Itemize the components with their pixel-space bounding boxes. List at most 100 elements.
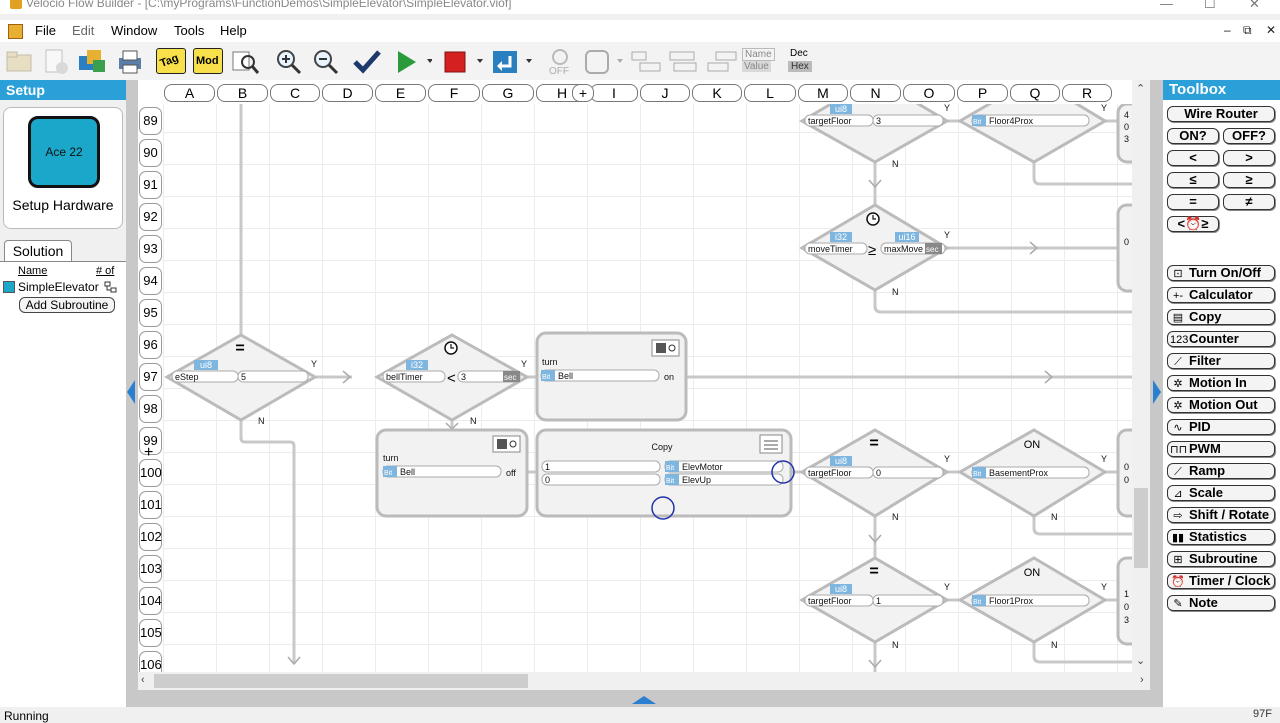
scroll-down-icon[interactable]: ⌄ xyxy=(1136,654,1145,667)
insert-row-icon[interactable]: + xyxy=(144,444,153,462)
tab-solution[interactable]: Solution xyxy=(4,240,72,262)
scroll-up-icon[interactable]: ⌃ xyxy=(1136,82,1145,95)
tool-calculator[interactable]: +- Calculator xyxy=(1167,287,1275,303)
column-header-m[interactable]: M xyxy=(798,84,848,102)
column-header-k[interactable]: K xyxy=(692,84,742,102)
decision-targetfloor-1[interactable]: = ui8 targetFloor 1 Y N xyxy=(798,556,950,650)
column-header-b[interactable]: B xyxy=(217,84,268,102)
step-back-icon[interactable] xyxy=(490,46,532,76)
stop-icon[interactable] xyxy=(440,46,483,76)
row-header-102[interactable]: 102 xyxy=(139,523,162,551)
column-header-p[interactable]: P xyxy=(957,84,1008,102)
add-subroutine-button[interactable]: Add Subroutine xyxy=(19,297,115,313)
row-header-103[interactable]: 103 xyxy=(139,555,162,583)
column-header-q[interactable]: Q xyxy=(1010,84,1060,102)
row-header-96[interactable]: 96 xyxy=(139,331,162,359)
greater-than-button[interactable]: > xyxy=(1223,150,1275,166)
row-header-94[interactable]: 94 xyxy=(139,267,162,295)
tool-motion-in[interactable]: ✲ Motion In xyxy=(1167,375,1275,391)
off-check-button[interactable]: OFF? xyxy=(1223,128,1275,144)
solution-item-main[interactable]: SimpleElevator xyxy=(3,280,118,294)
column-header-n[interactable]: N xyxy=(850,84,901,102)
decision-movetimer[interactable]: i32 ui16 moveTimer ≥ maxMove sec Y N xyxy=(799,203,950,297)
align-center-icon[interactable] xyxy=(666,46,697,76)
flowchart-svg[interactable]: = ui8 eStep 5 Y N i32 bellTimer < 3 sec … xyxy=(163,104,1132,672)
decision-floor1prox[interactable]: ON Bit Floor1Prox Y N xyxy=(956,556,1108,650)
horizontal-scroll-thumb[interactable] xyxy=(154,674,528,688)
zoom-in-icon[interactable] xyxy=(273,46,303,76)
equal-button[interactable]: = xyxy=(1167,194,1219,210)
tool-shift-rotate[interactable]: ⇨ Shift / Rotate xyxy=(1167,507,1275,523)
name-value-toggle[interactable]: Name Value xyxy=(741,47,775,75)
decision-belltimer[interactable]: i32 bellTimer < 3 sec Y N xyxy=(373,333,531,426)
mdi-minimize-button[interactable]: – xyxy=(1224,23,1231,37)
mdi-restore-button[interactable]: ⧉ xyxy=(1243,23,1252,38)
mdi-close-button[interactable]: ✕ xyxy=(1266,23,1276,37)
tool-turn-on-off[interactable]: ⊡ Turn On/Off xyxy=(1167,265,1275,281)
row-header-95[interactable]: 95 xyxy=(139,299,162,327)
menu-help[interactable]: Help xyxy=(220,23,247,38)
decision-basementprox[interactable]: ON Bit BasementProx Y N xyxy=(957,428,1108,522)
column-header-e[interactable]: E xyxy=(375,84,426,102)
row-header-90[interactable]: 90 xyxy=(139,139,162,167)
greater-equal-button[interactable]: ≥ xyxy=(1223,172,1275,188)
insert-column-icon[interactable]: + xyxy=(572,84,594,102)
maximize-button[interactable]: ☐ xyxy=(1204,0,1216,12)
column-header-a[interactable]: A xyxy=(164,84,215,102)
tool-counter[interactable]: 123Counter xyxy=(1167,331,1275,347)
row-header-101[interactable]: 101 xyxy=(139,491,162,519)
column-header-r[interactable]: R xyxy=(1062,84,1112,102)
tag-icon[interactable]: Tag xyxy=(156,48,186,74)
menu-file[interactable]: File xyxy=(35,23,56,38)
column-header-f[interactable]: F xyxy=(428,84,480,102)
tool-timer-clock[interactable]: ⏰ Timer / Clock xyxy=(1167,573,1275,589)
row-header-91[interactable]: 91 xyxy=(139,171,162,199)
new-file-icon[interactable] xyxy=(40,46,70,76)
collapse-right-icon[interactable] xyxy=(1151,378,1163,406)
timer-compare-button[interactable]: <⏰≥ xyxy=(1167,216,1219,232)
setup-hardware-button[interactable]: Ace 22 Setup Hardware xyxy=(3,107,123,229)
off-toggle-icon[interactable]: OFF xyxy=(545,46,575,77)
dec-hex-toggle[interactable]: Dec Hex xyxy=(786,47,816,75)
open-project-icon[interactable] xyxy=(77,46,107,76)
column-header-c[interactable]: C xyxy=(270,84,320,102)
menu-edit[interactable]: Edit xyxy=(72,23,94,38)
minimize-button[interactable]: — xyxy=(1160,0,1173,11)
column-header-o[interactable]: O xyxy=(903,84,955,102)
row-header-106[interactable]: 106 xyxy=(139,651,162,672)
inspect-icon[interactable] xyxy=(230,46,260,76)
row-header-104[interactable]: 104 xyxy=(139,587,162,615)
row-header-98[interactable]: 98 xyxy=(139,395,162,423)
tool-filter[interactable]: ⟋ Filter xyxy=(1167,353,1275,369)
column-header-g[interactable]: G xyxy=(482,84,534,102)
close-button[interactable]: ✕ xyxy=(1249,0,1260,12)
less-than-button[interactable]: < xyxy=(1167,150,1219,166)
align-left-icon[interactable] xyxy=(628,46,661,76)
column-header-j[interactable]: J xyxy=(640,84,690,102)
block-shape-icon[interactable] xyxy=(583,46,623,76)
tool-note[interactable]: ✎ Note xyxy=(1167,595,1275,611)
tool-ramp[interactable]: ⟋ Ramp xyxy=(1167,463,1275,479)
column-header-i[interactable]: I xyxy=(590,84,638,102)
column-header-l[interactable]: L xyxy=(744,84,796,102)
vertical-scroll-thumb[interactable] xyxy=(1134,488,1148,568)
modbus-icon[interactable]: Mod xyxy=(193,48,223,74)
tool-scale[interactable]: ⊿ Scale xyxy=(1167,485,1275,501)
decision-floor4prox[interactable]: Bit Floor4Prox Y xyxy=(956,104,1108,164)
menu-window[interactable]: Window xyxy=(111,23,157,38)
new-folder-icon[interactable] xyxy=(4,46,34,76)
scroll-right-icon[interactable]: › xyxy=(1140,674,1144,686)
decision-estep[interactable]: = ui8 eStep 5 Y N xyxy=(163,333,319,426)
row-header-93[interactable]: 93 xyxy=(139,235,162,263)
tool-pwm[interactable]: ⊓⊓ PWM xyxy=(1167,441,1275,457)
wire-router-button[interactable]: Wire Router xyxy=(1167,106,1275,122)
tool-statistics[interactable]: ▮▮ Statistics xyxy=(1167,529,1275,545)
tool-motion-out[interactable]: ✲ Motion Out xyxy=(1167,397,1275,413)
column-header-d[interactable]: D xyxy=(322,84,373,102)
tool-pid[interactable]: ∿ PID xyxy=(1167,419,1275,435)
program-check-icon[interactable] xyxy=(352,46,382,76)
row-header-92[interactable]: 92 xyxy=(139,203,162,231)
menu-tools[interactable]: Tools xyxy=(174,23,204,38)
on-check-button[interactable]: ON? xyxy=(1167,128,1219,144)
zoom-out-icon[interactable] xyxy=(310,46,340,76)
